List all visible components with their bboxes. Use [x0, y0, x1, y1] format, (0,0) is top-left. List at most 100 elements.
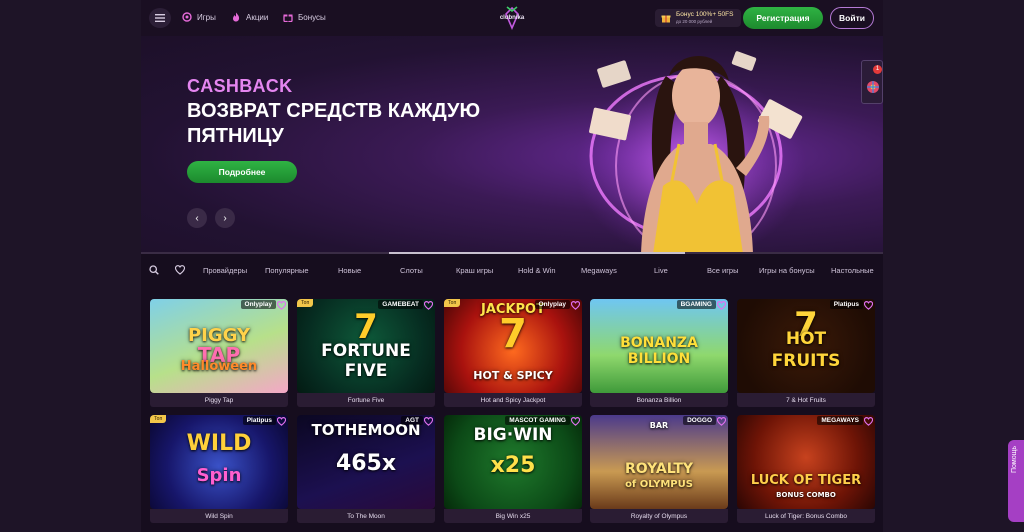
game-art-text: FRUITS [771, 351, 841, 371]
site-logo[interactable]: clubnika [498, 4, 526, 31]
bonus-gift-icon [661, 15, 671, 23]
game-art-text: HOT & SPICY [473, 369, 553, 382]
menu-button[interactable] [149, 8, 171, 28]
category-all-games[interactable]: Все игры [707, 266, 739, 275]
game-art-text: WILD [186, 431, 252, 456]
welcome-bonus-box[interactable]: Бонус 100%+ 50FS до 20 000 рублей [655, 9, 741, 27]
category-providers[interactable]: Провайдеры [203, 266, 247, 275]
game-name[interactable]: Luck of Tiger: Bonus Combo [737, 509, 875, 523]
game-thumbnail[interactable]: ROYALTY of OLYMPUS BAR DOGGO [590, 415, 728, 509]
favorite-heart-icon[interactable] [717, 301, 726, 310]
top-badge: Топ [297, 299, 314, 307]
nav-bonuses[interactable]: Бонусы [283, 12, 326, 22]
banner-next-button[interactable]: › [215, 208, 235, 228]
favorite-heart-icon[interactable] [571, 301, 580, 310]
banner-slide-progress-fill [389, 252, 686, 254]
category-hold-and-win[interactable]: Hold & Win [518, 266, 556, 275]
search-icon[interactable] [149, 265, 159, 275]
game-thumbnail[interactable]: BIG·WIN x25 MASCOT GAMING [444, 415, 582, 509]
category-megaways[interactable]: Megaways [581, 266, 617, 275]
game-name[interactable]: Wild Spin [150, 509, 288, 523]
game-thumbnail[interactable]: LUCK OF TIGER BONUS COMBO MEGAWAYS [737, 415, 875, 509]
category-bar: Провайдеры Популярные Новые Слоты Краш и… [141, 259, 883, 283]
promo-banner[interactable]: CASHBACK ВОЗВРАТ СРЕДСТВ КАЖДУЮ ПЯТНИЦУ … [141, 36, 883, 254]
game-name[interactable]: Royalty of Olympus [590, 509, 728, 523]
register-button[interactable]: Регистрация [743, 7, 823, 29]
nav-promotions[interactable]: Акции [231, 12, 268, 22]
game-name[interactable]: Piggy Tap [150, 393, 288, 407]
category-live[interactable]: Live [654, 266, 668, 275]
help-label: Помощь [1011, 446, 1018, 474]
game-art-text: BONANZA [620, 335, 698, 351]
category-new[interactable]: Новые [338, 266, 361, 275]
favorites-heart-icon[interactable] [175, 265, 185, 275]
game-tile[interactable]: WILD Spin Топ Platipus Wild Spin [150, 415, 288, 523]
provider-label: Platipus [829, 300, 863, 309]
game-tile[interactable]: LUCK OF TIGER BONUS COMBO MEGAWAYS Luck of … [737, 415, 875, 523]
game-thumbnail[interactable]: WILD Spin Топ Platipus [150, 415, 288, 509]
side-widget-badge: 1 [873, 65, 882, 74]
bonus-title: Бонус 100%+ 50FS [676, 10, 734, 18]
hamburger-icon [155, 14, 165, 22]
game-name[interactable]: To The Moon [297, 509, 435, 523]
category-crash-games[interactable]: Краш игры [456, 266, 493, 275]
banner-slide-progress [141, 252, 883, 254]
game-tile[interactable]: PIGGY TAP Halloween Onlyplay Piggy Tap [150, 299, 288, 407]
top-badge: Топ [444, 299, 461, 307]
game-art-text: Spin [196, 465, 242, 486]
nav-games[interactable]: Игры [182, 12, 216, 22]
game-name[interactable]: 7 & Hot Fruits [737, 393, 875, 407]
banner-title: ВОЗВРАТ СРЕДСТВ КАЖДУЮ ПЯТНИЦУ [187, 100, 481, 147]
provider-label: BGAMING [676, 300, 716, 309]
game-tile[interactable]: BONANZA BILLION BGAMING Bonanza Billion [590, 299, 728, 407]
category-slots[interactable]: Слоты [400, 266, 423, 275]
game-tile[interactable]: ROYALTY of OLYMPUS BAR DOGGO Royalty of Olym… [590, 415, 728, 523]
side-widget[interactable]: 1 [861, 60, 883, 104]
category-table-games[interactable]: Настольные [831, 266, 874, 275]
favorite-heart-icon[interactable] [864, 417, 873, 426]
favorite-heart-icon[interactable] [717, 417, 726, 426]
game-art-text: Halloween [180, 359, 258, 374]
provider-label: GAMEBEAT [378, 300, 423, 309]
game-thumbnail[interactable]: 7 FORTUNE FIVE Топ GAMEBEAT [297, 299, 435, 393]
favorite-heart-icon[interactable] [424, 417, 433, 426]
help-tab[interactable]: Помощь [1008, 440, 1024, 522]
favorite-heart-icon[interactable] [277, 301, 286, 310]
bonus-subtitle: до 20 000 рублей [676, 19, 713, 24]
nav-bonuses-label: Бонусы [298, 12, 326, 22]
game-thumbnail[interactable]: BONANZA BILLION BGAMING [590, 299, 728, 393]
game-thumbnail[interactable]: PIGGY TAP Halloween Onlyplay [150, 299, 288, 393]
banner-more-button[interactable]: Подробнее [187, 161, 297, 183]
page-frame: Игры Акции Бонусы clubnika Бонус 100%+ 5… [141, 0, 883, 532]
game-tile[interactable]: 7 HOT FRUITS Platipus 7 & Hot Fruits [737, 299, 875, 407]
provider-label: Onlyplay [534, 300, 570, 309]
game-name[interactable]: Fortune Five [297, 393, 435, 407]
banner-kicker: CASHBACK [187, 76, 293, 96]
game-art-text: 7 [499, 311, 527, 357]
game-thumbnail[interactable]: JACKPOT 7 HOT & SPICY Топ Onlyplay [444, 299, 582, 393]
favorite-heart-icon[interactable] [571, 417, 580, 426]
nav-games-label: Игры [197, 12, 216, 22]
game-art-text: LUCK OF TIGER [750, 473, 862, 488]
game-tile[interactable]: TOTHEMOON 465x AGT To The Moon [297, 415, 435, 523]
favorite-heart-icon[interactable] [864, 301, 873, 310]
category-popular[interactable]: Популярные [265, 266, 309, 275]
favorite-heart-icon[interactable] [424, 301, 433, 310]
game-tile[interactable]: JACKPOT 7 HOT & SPICY Топ Onlyplay Hot and Sp… [444, 299, 582, 407]
game-tile[interactable]: 7 FORTUNE FIVE Топ GAMEBEAT Fortune Five [297, 299, 435, 407]
game-art-text: HOT [785, 329, 827, 349]
game-thumbnail[interactable]: TOTHEMOON 465x AGT [297, 415, 435, 509]
favorite-heart-icon[interactable] [277, 417, 286, 426]
game-thumbnail[interactable]: 7 HOT FRUITS Platipus [737, 299, 875, 393]
provider-label: MEGAWAYS [817, 416, 863, 425]
provider-label: Platipus [242, 416, 276, 425]
category-bonus-games[interactable]: Игры на бонусы [759, 266, 815, 275]
game-name[interactable]: Bonanza Billion [590, 393, 728, 407]
banner-prev-button[interactable]: ‹ [187, 208, 207, 228]
game-name[interactable]: Hot and Spicy Jackpot [444, 393, 582, 407]
game-name[interactable]: Big Win x25 [444, 509, 582, 523]
login-button[interactable]: Войти [830, 7, 874, 29]
game-tile[interactable]: BIG·WIN x25 MASCOT GAMING Big Win x25 [444, 415, 582, 523]
banner-model-illustration [576, 51, 806, 254]
game-art-text: of OLYMPUS [625, 479, 693, 490]
